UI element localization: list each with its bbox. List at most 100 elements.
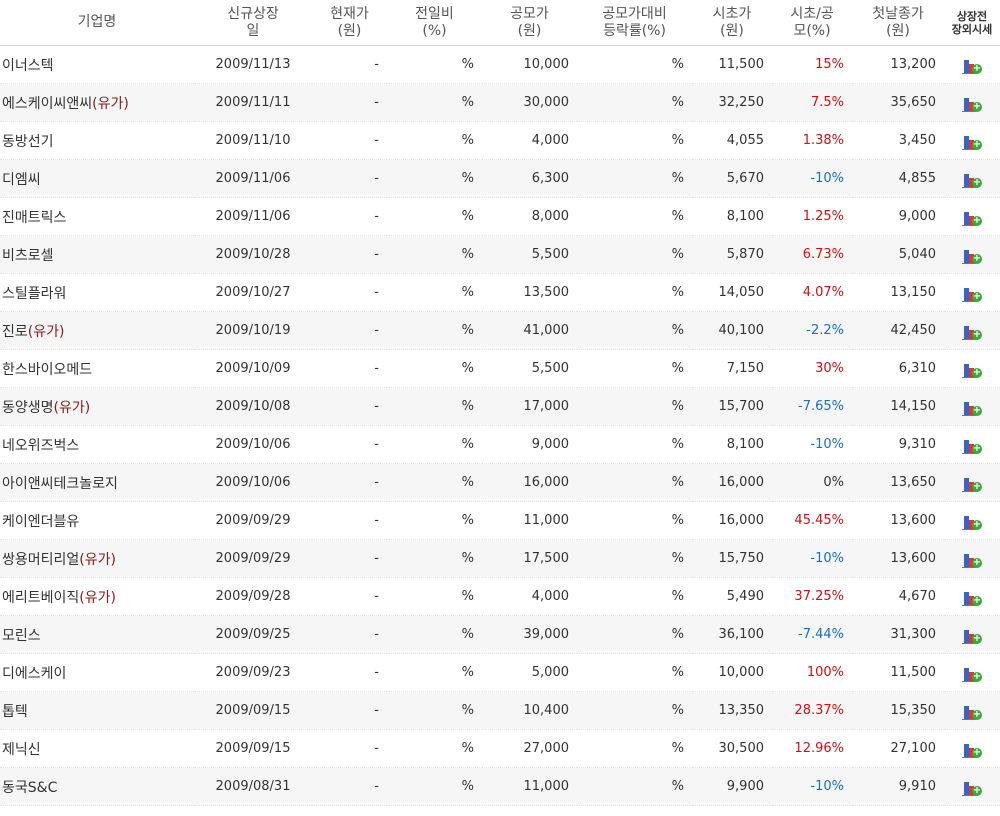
company-name-link[interactable]: 디엠씨 [2, 172, 41, 188]
vs-ipo-cell: % [577, 159, 692, 198]
otc-chart-icon[interactable]: + [962, 778, 982, 796]
listing-date-cell: 2009/11/06 [194, 197, 312, 236]
otc-price-cell[interactable]: + [944, 45, 1000, 84]
header-open-price: 시초가 (원) [692, 0, 772, 46]
company-name-link[interactable]: 제닉신 [2, 742, 41, 758]
header-vs-ipo: 공모가대비 등락률(%) [577, 0, 692, 46]
otc-price-cell[interactable]: + [944, 121, 1000, 160]
company-name-link[interactable]: 동방선기 [2, 134, 54, 150]
otc-price-cell[interactable]: + [944, 311, 1000, 350]
otc-price-cell[interactable]: + [944, 615, 1000, 654]
company-name-cell[interactable]: 스틸플라워 [0, 273, 194, 312]
listing-date-cell: 2009/08/31 [194, 767, 312, 806]
company-name-cell[interactable]: 동방선기 [0, 121, 194, 160]
current-price-cell: - [312, 387, 387, 426]
otc-chart-icon[interactable]: + [962, 132, 982, 150]
first-close-cell: 13,150 [852, 273, 944, 312]
otc-price-cell[interactable]: + [944, 729, 1000, 768]
company-name-cell[interactable]: 진매트릭스 [0, 197, 194, 236]
otc-chart-icon[interactable]: + [962, 208, 982, 226]
open-price-cell: 8,100 [692, 197, 772, 236]
company-name-link[interactable]: 톱텍 [2, 704, 28, 720]
listing-date-cell: 2009/09/25 [194, 615, 312, 654]
company-name-cell[interactable]: 디에스케이 [0, 653, 194, 692]
company-name-link[interactable]: 아이앤씨테크놀로지 [2, 476, 118, 492]
table-row: 모린스 2009/09/25-% 39,000% 36,100 -7.44% 31,300… [0, 615, 1000, 654]
otc-chart-icon[interactable]: + [962, 436, 982, 454]
company-name-link[interactable]: 모린스 [2, 628, 41, 644]
otc-price-cell[interactable]: + [944, 425, 1000, 464]
open-vs-ipo-cell: -10% [772, 539, 852, 578]
company-name-cell[interactable]: 톱텍 [0, 691, 194, 730]
otc-price-cell[interactable]: + [944, 653, 1000, 692]
otc-chart-icon[interactable]: + [962, 360, 982, 378]
company-name-link[interactable]: 디에스케이 [2, 666, 66, 682]
otc-price-cell[interactable]: + [944, 539, 1000, 578]
company-name-cell[interactable]: 모린스 [0, 615, 194, 654]
otc-chart-icon[interactable]: + [962, 702, 982, 720]
otc-chart-icon[interactable]: + [962, 474, 982, 492]
company-name-link[interactable]: 진매트릭스 [2, 210, 66, 226]
otc-price-cell[interactable]: + [944, 349, 1000, 388]
company-name-link[interactable]: 에리트베이직 [2, 590, 79, 606]
company-name-link[interactable]: 한스바이오메드 [2, 362, 92, 378]
otc-price-cell[interactable]: + [944, 159, 1000, 198]
company-name-cell[interactable]: 동국S&C [0, 767, 194, 806]
company-name-cell[interactable]: 진로(유가) [0, 311, 194, 350]
otc-price-cell[interactable]: + [944, 767, 1000, 806]
otc-chart-icon[interactable]: + [962, 626, 982, 644]
otc-chart-icon[interactable]: + [962, 284, 982, 302]
company-name-link[interactable]: 비츠로셀 [2, 248, 54, 264]
otc-price-cell[interactable]: + [944, 691, 1000, 730]
ipo-price-cell: 13,500 [482, 273, 577, 312]
company-name-link[interactable]: 이너스텍 [2, 58, 54, 74]
change-cell: % [387, 653, 482, 692]
company-name-cell[interactable]: 쌍용머티리얼(유가) [0, 539, 194, 578]
otc-chart-icon[interactable]: + [962, 398, 982, 416]
company-name-link[interactable]: 케이엔더블유 [2, 514, 79, 530]
otc-chart-icon[interactable]: + [962, 740, 982, 758]
otc-chart-icon[interactable]: + [962, 94, 982, 112]
company-name-cell[interactable]: 에스케이씨앤씨(유가) [0, 83, 194, 122]
header-current-price: 현재가 (원) [312, 0, 387, 46]
company-name-cell[interactable]: 네오위즈벅스 [0, 425, 194, 464]
otc-price-cell[interactable]: + [944, 273, 1000, 312]
company-name-cell[interactable]: 디엠씨 [0, 159, 194, 198]
otc-chart-icon[interactable]: + [962, 170, 982, 188]
otc-price-cell[interactable]: + [944, 463, 1000, 502]
company-name-link[interactable]: 진로 [2, 324, 28, 340]
otc-price-cell[interactable]: + [944, 197, 1000, 236]
otc-chart-icon[interactable]: + [962, 588, 982, 606]
ipo-price-cell: 16,000 [482, 463, 577, 502]
company-name-link[interactable]: 에스케이씨앤씨 [2, 96, 92, 112]
otc-price-cell[interactable]: + [944, 577, 1000, 616]
company-name-link[interactable]: 동국S&C [2, 780, 57, 796]
company-name-cell[interactable]: 아이앤씨테크놀로지 [0, 463, 194, 502]
company-name-link[interactable]: 스틸플라워 [2, 286, 66, 302]
company-name-cell[interactable]: 동양생명(유가) [0, 387, 194, 426]
current-price-cell: - [312, 197, 387, 236]
listing-date-cell: 2009/09/29 [194, 539, 312, 578]
company-name-cell[interactable]: 에리트베이직(유가) [0, 577, 194, 616]
company-name-cell[interactable]: 케이엔더블유 [0, 501, 194, 540]
otc-chart-icon[interactable]: + [962, 664, 982, 682]
otc-price-cell[interactable]: + [944, 235, 1000, 274]
company-name-cell[interactable]: 한스바이오메드 [0, 349, 194, 388]
company-name-cell[interactable]: 제닉신 [0, 729, 194, 768]
otc-price-cell[interactable]: + [944, 387, 1000, 426]
company-name-link[interactable]: 네오위즈벅스 [2, 438, 79, 454]
otc-chart-icon[interactable]: + [962, 322, 982, 340]
company-name-cell[interactable]: 이너스텍 [0, 45, 194, 84]
otc-chart-icon[interactable]: + [962, 56, 982, 74]
change-cell: % [387, 387, 482, 426]
company-name-link[interactable]: 쌍용머티리얼 [2, 552, 79, 568]
open-vs-ipo-cell: -10% [772, 159, 852, 198]
company-name-link[interactable]: 동양생명 [2, 400, 54, 416]
otc-price-cell[interactable]: + [944, 501, 1000, 540]
otc-chart-icon[interactable]: + [962, 550, 982, 568]
company-name-cell[interactable]: 비츠로셀 [0, 235, 194, 274]
otc-chart-icon[interactable]: + [962, 246, 982, 264]
otc-price-cell[interactable]: + [944, 83, 1000, 122]
otc-chart-icon[interactable]: + [962, 512, 982, 530]
listing-date-cell: 2009/11/10 [194, 121, 312, 160]
